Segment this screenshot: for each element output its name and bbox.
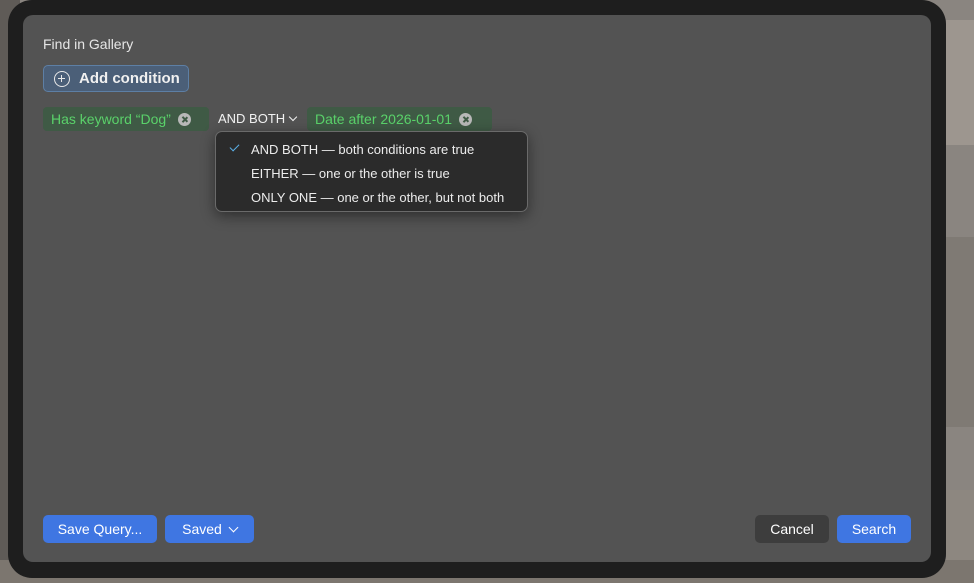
condition-token-label: Has keyword “Dog” xyxy=(51,111,171,127)
gallery-thumbnail xyxy=(946,20,974,145)
menu-item-label: ONLY ONE — one or the other, but not bot… xyxy=(251,189,505,205)
condition-token-label: Date after 2026-01-01 xyxy=(315,111,452,127)
x-circle-icon[interactable] xyxy=(458,112,472,126)
cancel-label: Cancel xyxy=(770,521,814,537)
dialog-title: Find in Gallery xyxy=(43,36,134,52)
add-condition-label: Add condition xyxy=(79,70,180,87)
condition-token-keyword[interactable]: Has keyword “Dog” xyxy=(43,107,209,131)
save-query-label: Save Query... xyxy=(57,521,143,537)
search-button[interactable]: Search xyxy=(837,515,911,543)
menu-item-label: EITHER — one or the other is true xyxy=(251,165,450,181)
operator-menu: AND BOTH — both conditions are true EITH… xyxy=(215,131,528,212)
save-query-button[interactable]: Save Query... xyxy=(43,515,157,543)
add-condition-button[interactable]: Add condition xyxy=(43,65,189,92)
cancel-button[interactable]: Cancel xyxy=(755,515,829,543)
menu-item-and-both[interactable]: AND BOTH — both conditions are true xyxy=(216,137,527,161)
saved-label: Saved xyxy=(182,521,222,537)
saved-queries-button[interactable]: Saved xyxy=(165,515,254,543)
find-dialog: Find in Gallery Add condition Has keywor… xyxy=(23,15,931,562)
operator-dropdown[interactable]: AND BOTH xyxy=(218,111,298,126)
condition-token-date[interactable]: Date after 2026-01-01 xyxy=(307,107,492,131)
x-circle-icon[interactable] xyxy=(177,112,191,126)
menu-item-only-one[interactable]: ONLY ONE — one or the other, but not bot… xyxy=(216,185,527,209)
checkmark-icon xyxy=(229,141,240,152)
menu-item-either[interactable]: EITHER — one or the other is true xyxy=(216,161,527,185)
plus-circle-icon xyxy=(54,70,70,87)
search-label: Search xyxy=(851,521,897,537)
menu-item-label: AND BOTH — both conditions are true xyxy=(251,141,475,157)
chevron-down-icon xyxy=(288,112,298,121)
gallery-thumbnail xyxy=(946,237,974,427)
operator-label: AND BOTH xyxy=(218,111,286,126)
chevron-down-icon xyxy=(228,522,239,532)
